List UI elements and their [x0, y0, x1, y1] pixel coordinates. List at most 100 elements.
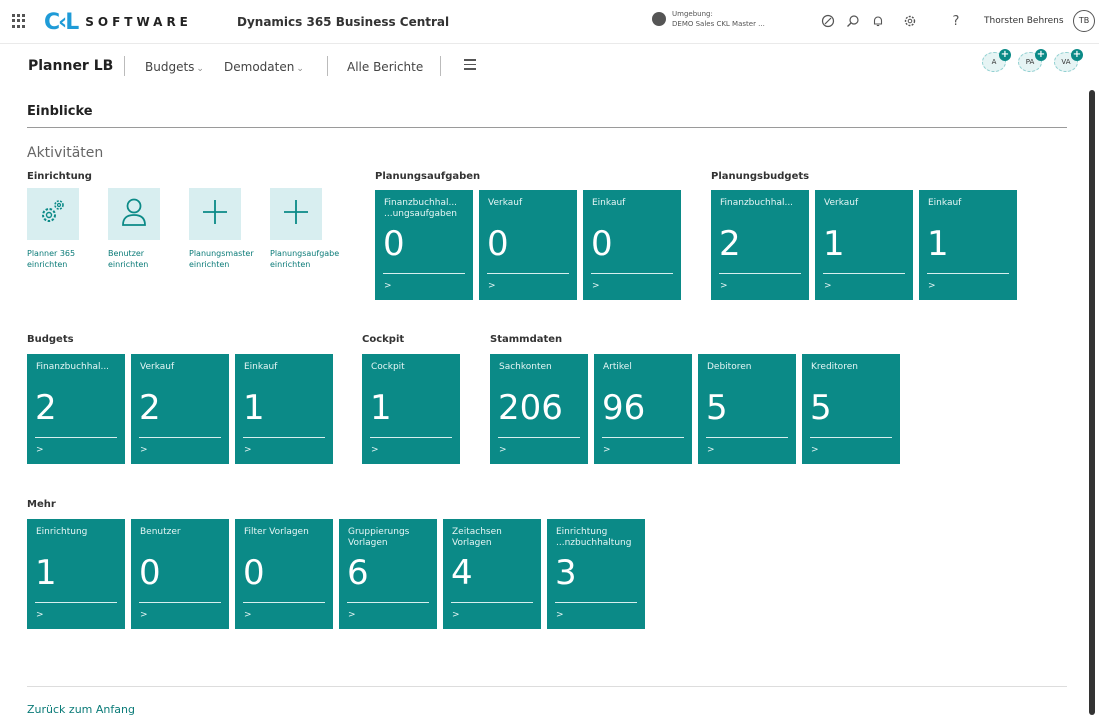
gear-icon[interactable] — [902, 14, 918, 30]
cue-mehr-zeitachsen-vorlagen[interactable]: Zeitachsen Vorlagen 4 > — [443, 519, 541, 629]
cue-planungsaufgaben-finanz[interactable]: Finanzbuchhal... ...ungsaufgaben 0 > — [375, 190, 473, 300]
cue-mehr-gruppierungs-vorlagen[interactable]: Gruppierungs Vorlagen 6 > — [339, 519, 437, 629]
cue-mehr-einrichtung[interactable]: Einrichtung 1 > — [27, 519, 125, 629]
cue-value: 0 — [139, 553, 161, 593]
cue-budgets-verkauf[interactable]: Verkauf 2 > — [131, 354, 229, 464]
nav-item-demodaten[interactable]: Demodaten ⌄ — [224, 60, 304, 74]
cue-stammdaten-sachkonten[interactable]: Sachkonten 206 > — [490, 354, 588, 464]
avatar[interactable]: TB — [1073, 10, 1095, 32]
bell-icon[interactable] — [870, 14, 886, 30]
cue-planungsaufgaben-verkauf[interactable]: Verkauf 0 > — [479, 190, 577, 300]
chevron-down-icon: ⌄ — [196, 64, 204, 74]
cue-title: Filter Vorlagen — [244, 527, 309, 537]
nav-divider — [327, 56, 328, 76]
back-to-top-link[interactable]: Zurück zum Anfang — [27, 703, 135, 716]
cue-divider — [591, 273, 673, 274]
cue-planungsbudgets-verkauf[interactable]: Verkauf 1 > — [815, 190, 913, 300]
cue-divider — [487, 273, 569, 274]
cue-divider — [35, 602, 117, 603]
cue-value: 2 — [139, 388, 161, 428]
section-title-einblicke[interactable]: Einblicke — [27, 104, 93, 119]
cue-mehr-filter-vorlagen[interactable]: Filter Vorlagen 0 > — [235, 519, 333, 629]
cue-divider — [35, 437, 117, 438]
cue-title: Sachkonten — [499, 362, 552, 372]
cue-divider — [243, 437, 325, 438]
product-name: Dynamics 365 Business Central — [237, 15, 450, 29]
cue-budgets-finanz[interactable]: Finanzbuchhal... 2 > — [27, 354, 125, 464]
nav-divider — [440, 56, 441, 76]
gears-icon — [37, 196, 69, 232]
cue-title: Verkauf — [488, 198, 523, 208]
cue-title: Benutzer — [140, 527, 181, 537]
role-badges: A + PA + VA + — [982, 49, 1090, 72]
group-label-einrichtung: Einrichtung — [27, 171, 92, 182]
cue-title: Einkauf — [592, 198, 626, 208]
plus-icon: + — [1071, 49, 1083, 61]
chevron-right-icon: > — [36, 610, 44, 620]
nav-divider — [124, 56, 125, 76]
cue-stammdaten-kreditoren[interactable]: Kreditoren 5 > — [802, 354, 900, 464]
search-icon[interactable] — [845, 14, 861, 30]
cue-planungsbudgets-einkauf[interactable]: Einkauf 1 > — [919, 190, 1017, 300]
cue-mehr-einrichtung-finanzbuchhaltung[interactable]: Einrichtung ...nzbuchhaltung 3 > — [547, 519, 645, 629]
role-badge-label: A — [991, 58, 997, 66]
chevron-right-icon: > — [707, 445, 715, 455]
role-badge-a[interactable]: A + — [982, 49, 1011, 72]
cue-value: 1 — [823, 224, 845, 264]
cue-title: Einrichtung — [36, 527, 88, 537]
cue-title: Einrichtung ...nzbuchhaltung — [556, 527, 632, 548]
role-center-title: Planner LB — [28, 58, 114, 74]
cue-divider — [347, 602, 429, 603]
role-badge-pa[interactable]: PA + — [1018, 49, 1047, 72]
plus-icon: + — [1035, 49, 1047, 61]
cue-value: 1 — [35, 553, 57, 593]
cue-value: 1 — [243, 388, 265, 428]
cue-budgets-einkauf[interactable]: Einkauf 1 > — [235, 354, 333, 464]
cue-planungsbudgets-finanz[interactable]: Finanzbuchhal... 2 > — [711, 190, 809, 300]
chevron-right-icon: > — [720, 281, 728, 291]
help-icon[interactable]: ? — [948, 14, 964, 30]
cue-title: Finanzbuchhal... — [720, 198, 794, 208]
action-tile — [270, 188, 322, 240]
chevron-right-icon: > — [488, 281, 496, 291]
cue-title: Zeitachsen Vorlagen — [452, 527, 502, 548]
hamburger-menu-icon[interactable] — [464, 59, 476, 71]
top-bar: C‹L SOFTWARE Dynamics 365 Business Centr… — [0, 0, 1099, 44]
cue-cockpit[interactable]: Cockpit 1 > — [362, 354, 460, 464]
nav-item-budgets[interactable]: Budgets ⌄ — [145, 60, 204, 74]
chevron-right-icon: > — [36, 445, 44, 455]
cue-value: 0 — [243, 553, 265, 593]
vertical-scrollbar[interactable] — [1089, 90, 1095, 715]
cue-stammdaten-artikel[interactable]: Artikel 96 > — [594, 354, 692, 464]
cue-value: 3 — [555, 553, 577, 593]
copilot-icon[interactable] — [820, 14, 836, 30]
logo-mark: C‹L — [44, 9, 79, 35]
cue-title: Verkauf — [140, 362, 175, 372]
role-badge-va[interactable]: VA + — [1054, 49, 1083, 72]
nav-item-alle-berichte[interactable]: Alle Berichte — [347, 60, 423, 74]
cue-divider — [139, 437, 221, 438]
chevron-right-icon: > — [811, 445, 819, 455]
cue-value: 206 — [498, 388, 563, 428]
group-label-planungsbudgets: Planungsbudgets — [711, 171, 810, 182]
company-logo[interactable]: C‹L SOFTWARE — [44, 9, 192, 35]
role-badge-label: PA — [1025, 58, 1035, 66]
cue-planungsaufgaben-einkauf[interactable]: Einkauf 0 > — [583, 190, 681, 300]
cue-title: Einkauf — [244, 362, 278, 372]
chevron-right-icon: > — [592, 281, 600, 291]
chevron-right-icon: > — [499, 445, 507, 455]
environment-indicator[interactable]: Umgebung: DEMO Sales CKL Master ... — [652, 9, 765, 29]
role-badge-label: VA — [1061, 58, 1071, 66]
section-divider — [27, 127, 1067, 128]
cue-stammdaten-debitoren[interactable]: Debitoren 5 > — [698, 354, 796, 464]
action-benutzer-einrichten[interactable]: Benutzer einrichten — [108, 188, 178, 270]
app-launcher-icon[interactable] — [12, 14, 26, 28]
action-planungsmaster-einrichten[interactable]: Planungsmaster einrichten — [189, 188, 259, 270]
action-planner-einrichten[interactable]: Planner 365 einrichten — [27, 188, 97, 270]
user-name[interactable]: Thorsten Behrens — [984, 16, 1064, 26]
action-planungsaufgabe-einrichten[interactable]: Planungsaufgabe einrichten — [270, 188, 350, 270]
cue-mehr-benutzer[interactable]: Benutzer 0 > — [131, 519, 229, 629]
activities-heading: Aktivitäten — [27, 145, 104, 161]
cue-title: Cockpit — [371, 362, 405, 372]
cue-value: 1 — [927, 224, 949, 264]
